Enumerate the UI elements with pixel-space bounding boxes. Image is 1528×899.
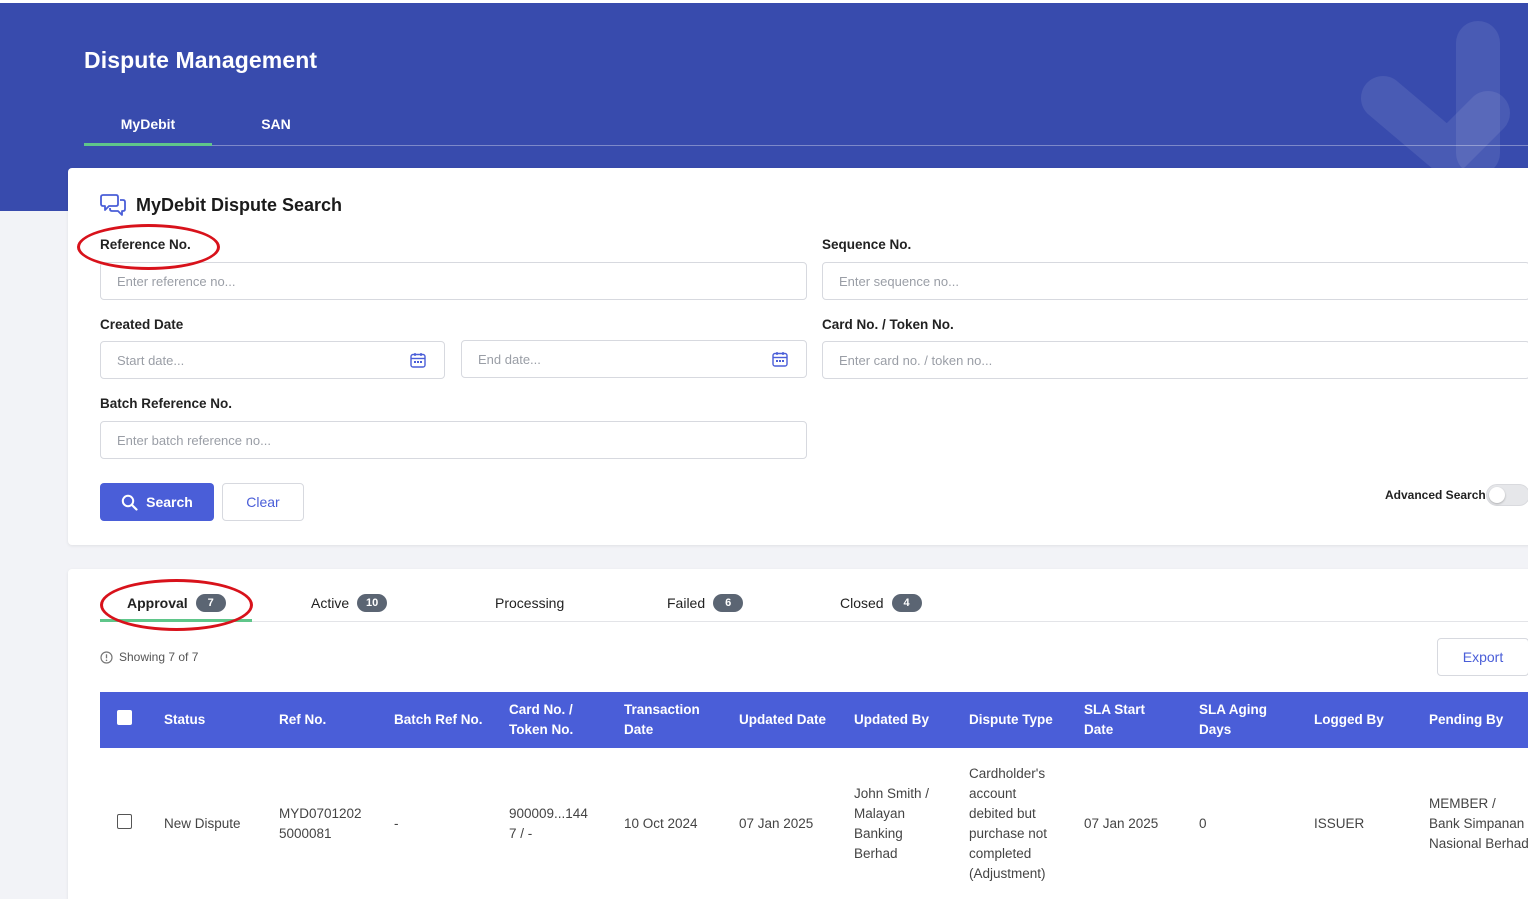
search-button[interactable]: Search [100,483,214,521]
tab-failed-count: 6 [713,594,744,612]
advanced-search-label: Advanced Search [1385,488,1486,502]
cell-pending-by: MEMBER / Bank Simpanan Nasional Berhad [1429,796,1528,851]
column-header[interactable]: Ref No. [264,692,379,748]
cell-status: New Dispute [164,816,241,831]
column-header[interactable]: Card No. / Token No. [494,692,609,748]
search-button-label: Search [146,494,193,510]
info-icon [100,650,113,664]
card-token-no-label: Card No. / Token No. [822,317,954,332]
column-header[interactable]: Updated Date [724,692,839,748]
tab-active-count: 10 [357,594,388,612]
results-panel: Approval 7 Active 10 Processing Failed 6… [68,569,1528,899]
table-row[interactable]: New Dispute MYD0701202 5000081 - 900009.… [100,748,1528,899]
chat-bubbles-icon [100,194,126,216]
select-all-checkbox[interactable] [117,710,132,725]
cell-transaction-date: 10 Oct 2024 [624,816,698,831]
page-title: Dispute Management [84,47,318,73]
tab-failed[interactable]: Failed 6 [667,594,744,622]
tab-failed-label: Failed [667,595,706,611]
tab-approval-count: 7 [195,594,226,612]
search-title: MyDebit Dispute Search [136,194,343,215]
column-header[interactable]: Transaction Date [609,692,724,748]
sequence-no-label: Sequence No. [822,237,912,252]
column-header[interactable]: Dispute Type [954,692,1069,748]
column-header[interactable]: Batch Ref No. [379,692,494,748]
created-date-label: Created Date [100,317,184,332]
cell-updated-by: John Smith / Malayan Banking Berhad [854,786,930,861]
batch-reference-no-label: Batch Reference No. [100,396,233,411]
cell-dispute-type: Cardholder's account debited but purchas… [969,766,1048,881]
column-header[interactable]: Logged By [1299,692,1414,748]
status-tabs: Approval 7 Active 10 Processing Failed 6… [100,587,1528,622]
advanced-search-toggle[interactable] [1486,484,1528,506]
row-select-cell [100,748,149,899]
reference-no-input[interactable] [100,262,807,300]
sequence-no-input[interactable] [822,262,1528,300]
search-icon [121,494,138,511]
end-date-input[interactable] [461,340,807,378]
disputes-table: Status Ref No. Batch Ref No. Card No. / … [100,692,1528,899]
search-heading: MyDebit Dispute Search [100,193,342,217]
brand-watermark-icon [1361,21,1510,173]
clear-button[interactable]: Clear [222,483,304,521]
column-header[interactable]: SLA Aging Days [1184,692,1299,748]
search-panel: MyDebit Dispute Search Reference No. Seq… [68,168,1528,545]
module-tabs: MyDebit SAN [84,103,1528,146]
column-header[interactable]: SLA Start Date [1069,692,1184,748]
toggle-knob [1489,487,1505,503]
result-count: Showing 7 of 7 [100,650,198,664]
cell-updated-date: 07 Jan 2025 [739,816,814,831]
start-date-input[interactable] [100,341,445,379]
column-header[interactable]: Updated By [839,692,954,748]
export-button[interactable]: Export [1437,638,1528,676]
showing-text: Showing 7 of 7 [119,650,199,664]
tab-san[interactable]: SAN [212,103,340,146]
cell-logged-by: ISSUER [1314,816,1365,831]
calendar-icon[interactable] [409,351,427,369]
column-header[interactable]: Pending By [1414,692,1528,748]
card-token-no-input[interactable] [822,341,1528,379]
tab-closed-label: Closed [840,595,884,611]
cell-sla-start-date: 07 Jan 2025 [1084,816,1159,831]
tab-active[interactable]: Active 10 [311,594,388,622]
cell-sla-aging-days: 0 [1199,816,1207,831]
reference-no-label: Reference No. [100,237,191,252]
tab-approval[interactable]: Approval 7 [100,594,252,622]
cell-card-token-no: 900009...144 7 / - [509,806,588,841]
batch-reference-no-input[interactable] [100,421,807,459]
table-header-row: Status Ref No. Batch Ref No. Card No. / … [100,692,1528,748]
cell-batch-ref-no: - [394,816,399,831]
select-all-cell [100,692,149,748]
tab-closed[interactable]: Closed 4 [840,594,922,622]
column-header[interactable]: Status [149,692,264,748]
row-checkbox[interactable] [117,813,132,829]
tab-processing-label: Processing [495,595,565,611]
tab-approval-label: Approval [127,595,188,611]
tab-processing[interactable]: Processing [495,595,564,622]
tab-mydebit[interactable]: MyDebit [84,103,212,146]
cell-ref-no[interactable]: MYD0701202 5000081 [264,748,379,899]
tab-active-label: Active [311,595,350,611]
tab-closed-count: 4 [891,594,922,612]
calendar-icon[interactable] [771,350,789,368]
